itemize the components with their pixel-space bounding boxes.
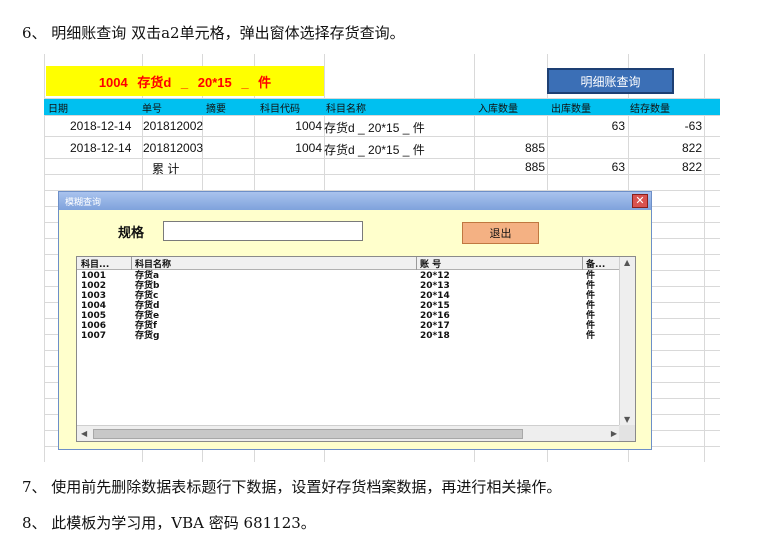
item-code: 1001 <box>81 271 107 281</box>
instruction-step-8: 8、 此模板为学习用，VBA 密码 681123。 <box>22 514 316 532</box>
cell-balance[interactable]: -63 <box>685 119 702 133</box>
spec-input[interactable] <box>163 221 363 241</box>
item-name: 存货f <box>135 321 157 331</box>
header-doc-no: 单号 <box>142 104 162 115</box>
item-name: 存货b <box>135 281 160 291</box>
item-unit: 件 <box>586 271 596 281</box>
cell-date[interactable]: 2018-12-14 <box>70 119 131 133</box>
column-account[interactable]: 账 号 <box>420 257 441 270</box>
selected-item-banner[interactable]: 1004 存货d _ 20*15 _ 件 <box>46 66 324 96</box>
instruction-step-7: 7、 使用前先删除数据表标题行下数据，设置好存货档案数据，再进行相关操作。 <box>22 478 562 496</box>
item-code: 1005 <box>81 311 107 321</box>
item-name: 存货a <box>135 271 160 281</box>
item-listbox[interactable]: 科目... 科目名称 账 号 备... 1001 存货a 20*12 件 100… <box>76 256 636 442</box>
scroll-left-arrow-icon[interactable]: ◀ <box>81 429 87 438</box>
item-unit: 件 <box>586 291 596 301</box>
instruction-step-6: 6、 明细账查询 双击a2单元格，弹出窗体选择存货查询。 <box>22 24 405 42</box>
item-account: 20*12 <box>420 271 450 281</box>
list-header: 科目... 科目名称 账 号 备... <box>77 257 619 270</box>
cell-total-balance[interactable]: 822 <box>682 160 702 174</box>
cell-total-in-qty[interactable]: 885 <box>525 160 545 174</box>
cell-balance[interactable]: 822 <box>682 141 702 155</box>
item-unit: 件 <box>586 281 596 291</box>
item-code: 1007 <box>81 331 107 341</box>
item-account: 20*14 <box>420 291 450 301</box>
spec-label: 规格 <box>118 226 145 241</box>
item-name: 存货d <box>135 301 160 311</box>
vertical-scrollbar[interactable]: ▲ ▼ <box>619 257 635 425</box>
header-name: 科目名称 <box>326 104 366 115</box>
item-code: 1006 <box>81 321 107 331</box>
item-unit: 件 <box>586 301 596 311</box>
column-unit[interactable]: 备... <box>586 257 605 270</box>
item-account: 20*17 <box>420 321 450 331</box>
cell-name[interactable]: 存货d _ 20*15 _ 件 <box>324 141 425 158</box>
scroll-up-arrow-icon[interactable]: ▲ <box>624 258 630 267</box>
close-icon[interactable]: ✕ <box>632 194 648 208</box>
list-item[interactable]: 1001 存货a 20*12 件 <box>77 271 619 281</box>
ledger-row[interactable]: 2018-12-14 201812003 1004 存货d _ 20*15 _ … <box>44 139 720 159</box>
column-name[interactable]: 科目名称 <box>135 257 171 270</box>
horizontal-scroll-thumb[interactable] <box>93 429 523 439</box>
list-item[interactable]: 1006 存货f 20*17 件 <box>77 321 619 331</box>
list-item[interactable]: 1004 存货d 20*15 件 <box>77 301 619 311</box>
header-date: 日期 <box>48 104 68 115</box>
header-balance: 结存数量 <box>630 104 670 115</box>
cell-out-qty[interactable]: 63 <box>612 119 625 133</box>
item-account: 20*16 <box>420 311 450 321</box>
list-item[interactable]: 1003 存货c 20*14 件 <box>77 291 619 301</box>
item-name: 存货c <box>135 291 159 301</box>
ledger-header-row: 日期 单号 摘要 科目代码 科目名称 入库数量 出库数量 结存数量 <box>44 99 720 115</box>
item-unit: 件 <box>586 311 596 321</box>
cell-in-qty[interactable]: 885 <box>525 141 545 155</box>
dialog-title: 模糊查询 <box>65 198 102 208</box>
scrollbar-corner <box>619 425 635 441</box>
cell-doc-no[interactable]: 201812002 <box>143 119 203 133</box>
ledger-row[interactable]: 2018-12-14 201812002 1004 存货d _ 20*15 _ … <box>44 117 720 137</box>
cell-code[interactable]: 1004 <box>295 141 322 155</box>
item-code: 1002 <box>81 281 107 291</box>
ledger-total-row[interactable]: 累 计 885 63 822 <box>44 158 720 178</box>
header-in-qty: 入库数量 <box>478 104 518 115</box>
fuzzy-search-dialog: 模糊查询 ✕ 规格 退出 科目... 科目名称 账 号 备... 1001 存货… <box>58 191 652 450</box>
ledger-query-button[interactable]: 明细账查询 <box>547 68 674 94</box>
item-unit: 件 <box>586 321 596 331</box>
cell-total-out-qty[interactable]: 63 <box>612 160 625 174</box>
cell-name[interactable]: 存货d _ 20*15 _ 件 <box>324 119 425 136</box>
scroll-right-arrow-icon[interactable]: ▶ <box>611 429 617 438</box>
cell-doc-no[interactable]: 201812003 <box>143 141 203 155</box>
item-account: 20*18 <box>420 331 450 341</box>
header-summary: 摘要 <box>206 104 226 115</box>
cell-date[interactable]: 2018-12-14 <box>70 141 131 155</box>
cell-total-label[interactable]: 累 计 <box>152 160 179 177</box>
list-item[interactable]: 1007 存货g 20*18 件 <box>77 331 619 341</box>
item-name: 存货e <box>135 311 160 321</box>
list-item[interactable]: 1005 存货e 20*16 件 <box>77 311 619 321</box>
cell-code[interactable]: 1004 <box>295 119 322 133</box>
dialog-title-bar[interactable]: 模糊查询 ✕ <box>59 192 651 210</box>
item-name: 存货g <box>135 331 160 341</box>
list-item[interactable]: 1002 存货b 20*13 件 <box>77 281 619 291</box>
item-code: 1003 <box>81 291 107 301</box>
header-out-qty: 出库数量 <box>551 104 591 115</box>
item-code: 1004 <box>81 301 107 311</box>
horizontal-scrollbar[interactable]: ◀ ▶ <box>77 425 621 441</box>
item-unit: 件 <box>586 331 596 341</box>
item-account: 20*13 <box>420 281 450 291</box>
scroll-down-arrow-icon[interactable]: ▼ <box>624 415 630 424</box>
exit-button[interactable]: 退出 <box>462 222 539 244</box>
item-account: 20*15 <box>420 301 450 311</box>
column-code[interactable]: 科目... <box>81 257 109 270</box>
header-code: 科目代码 <box>260 104 300 115</box>
